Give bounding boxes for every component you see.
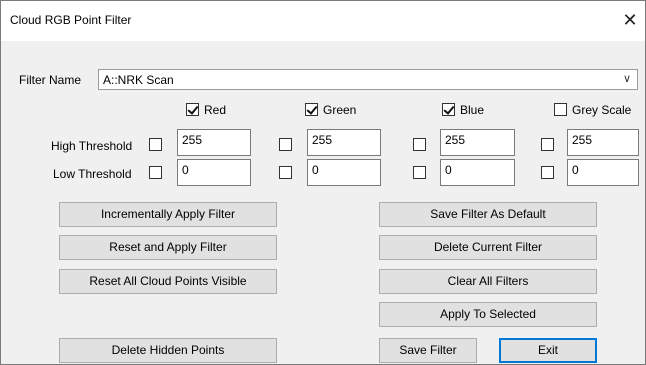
high-threshold-grey-checkbox[interactable]	[541, 138, 554, 151]
low-threshold-green-input[interactable]: 0	[307, 159, 381, 186]
high-threshold-green-checkbox[interactable]	[279, 138, 292, 151]
filter-name-label: Filter Name	[19, 73, 82, 87]
reset-and-apply-filter-button[interactable]: Reset and Apply Filter	[59, 235, 277, 260]
high-threshold-label: High Threshold	[51, 139, 133, 153]
close-icon[interactable]: ✕	[621, 11, 639, 29]
high-threshold-blue-checkbox[interactable]	[413, 138, 426, 151]
low-threshold-grey-input[interactable]: 0	[567, 159, 639, 186]
low-threshold-blue-checkbox[interactable]	[413, 166, 426, 179]
low-threshold-blue-input[interactable]: 0	[440, 159, 515, 186]
filter-name-select[interactable]: A::NRK Scan ∨	[98, 69, 638, 90]
blue-checkbox[interactable]	[442, 103, 455, 116]
delete-hidden-points-button[interactable]: Delete Hidden Points	[59, 338, 277, 363]
grey-scale-label: Grey Scale	[572, 103, 632, 117]
red-label: Red	[204, 103, 227, 117]
blue-label: Blue	[460, 103, 485, 117]
red-checkbox[interactable]	[186, 103, 199, 116]
dialog-window: Cloud RGB Point Filter ✕ Filter Name A::…	[0, 0, 646, 365]
low-threshold-label: Low Threshold	[53, 167, 132, 181]
window-title: Cloud RGB Point Filter	[10, 13, 132, 27]
apply-to-selected-button[interactable]: Apply To Selected	[379, 302, 597, 327]
high-threshold-blue-input[interactable]: 255	[440, 129, 515, 156]
save-filter-button[interactable]: Save Filter	[379, 338, 477, 363]
title-bar: Cloud RGB Point Filter ✕	[1, 1, 645, 41]
grey-scale-checkbox[interactable]	[554, 103, 567, 116]
incrementally-apply-filter-button[interactable]: Incrementally Apply Filter	[59, 202, 277, 227]
green-label: Green	[323, 103, 357, 117]
delete-current-filter-button[interactable]: Delete Current Filter	[379, 235, 597, 260]
high-threshold-red-input[interactable]: 255	[177, 129, 251, 156]
green-checkbox[interactable]	[305, 103, 318, 116]
low-threshold-red-input[interactable]: 0	[177, 159, 251, 186]
save-filter-as-default-button[interactable]: Save Filter As Default	[379, 202, 597, 227]
reset-all-cloud-points-visible-button[interactable]: Reset All Cloud Points Visible	[59, 269, 277, 294]
high-threshold-grey-input[interactable]: 255	[567, 129, 639, 156]
chevron-down-icon[interactable]: ∨	[623, 72, 631, 85]
low-threshold-grey-checkbox[interactable]	[541, 166, 554, 179]
high-threshold-green-input[interactable]: 255	[307, 129, 381, 156]
low-threshold-red-checkbox[interactable]	[149, 166, 162, 179]
high-threshold-red-checkbox[interactable]	[149, 138, 162, 151]
clear-all-filters-button[interactable]: Clear All Filters	[379, 269, 597, 294]
low-threshold-green-checkbox[interactable]	[279, 166, 292, 179]
filter-name-value: A::NRK Scan	[103, 73, 174, 87]
exit-button[interactable]: Exit	[499, 338, 597, 363]
